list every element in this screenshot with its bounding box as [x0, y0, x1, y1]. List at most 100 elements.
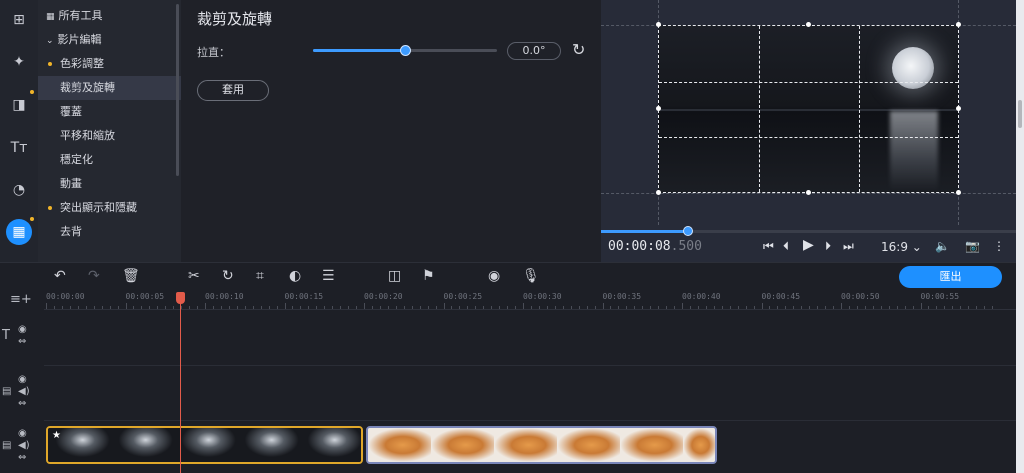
webcam-icon[interactable]: ◉	[488, 268, 500, 284]
video-clip-night-sea[interactable]: ★	[46, 426, 363, 464]
speaker-icon[interactable]: ◀)	[18, 386, 30, 397]
reset-rotation-icon[interactable]: ↻	[572, 40, 585, 59]
skip-to-end-icon[interactable]: ⏭	[843, 239, 854, 254]
clip-properties-icon[interactable]: ☰	[322, 268, 335, 284]
crop-handle-l[interactable]	[656, 106, 661, 111]
preview-player: 00:00:08.500 ⏮ ⏴ ▶ ⏵ ⏭ 16:9 ⌄ 🔈 📷 ⋮	[601, 0, 1016, 262]
cut-icon[interactable]: ✂	[188, 268, 200, 284]
ruler-tick	[260, 306, 262, 309]
tool-item-stabilize[interactable]: 穩定化	[38, 148, 181, 172]
crop-handle-t[interactable]	[806, 22, 811, 27]
clip-thumbnail	[174, 428, 237, 462]
transitions-icon[interactable]: ◨	[6, 92, 32, 118]
ruler-tick	[682, 303, 683, 309]
timeline-ruler[interactable]: 00:00:00 00:00:05 00:00:10 00:00:15 00:00:20…	[44, 290, 1016, 310]
color-adjust-icon[interactable]: ◐	[289, 268, 301, 284]
ruler-tick	[157, 306, 159, 309]
more-tools-icon[interactable]: ▦	[6, 219, 32, 245]
eye-icon[interactable]: ◉	[18, 428, 27, 439]
volume-icon[interactable]: 🔈	[935, 239, 950, 253]
ruler-tick	[848, 306, 850, 309]
ruler-tick-label: 00:00:10	[205, 292, 244, 301]
export-button[interactable]: 匯出	[899, 266, 1002, 288]
ruler-tick-label: 00:00:45	[761, 292, 801, 301]
settings-title: 裁剪及旋轉	[197, 10, 273, 28]
ruler-tick	[284, 303, 286, 309]
rotate-icon[interactable]: ↻	[222, 268, 234, 284]
ruler-tick	[133, 306, 135, 309]
redo-icon[interactable]: ↷	[88, 268, 100, 284]
titles-icon[interactable]: Tт	[6, 135, 32, 161]
apply-button[interactable]: 套用	[197, 80, 269, 101]
all-tools-header[interactable]: ▦ 所有工具	[38, 4, 181, 28]
link-icon[interactable]: ⇔	[18, 398, 26, 409]
playhead-handle[interactable]	[176, 292, 185, 304]
tool-item-pan-zoom[interactable]: 平移和縮放	[38, 124, 181, 148]
crop-handle-tl[interactable]	[656, 22, 661, 27]
rotation-slider[interactable]	[313, 45, 497, 56]
progress-knob[interactable]	[683, 226, 694, 236]
window-scrollbar-thumb[interactable]	[1018, 100, 1022, 128]
ruler-tick	[689, 306, 691, 309]
more-options-icon[interactable]: ⋮	[993, 239, 1005, 253]
crop-handle-bl[interactable]	[656, 190, 661, 195]
rotation-slider-knob[interactable]	[400, 45, 411, 56]
rotation-slider-fill	[313, 49, 405, 52]
crop-handle-br[interactable]	[956, 190, 961, 195]
speaker-icon[interactable]: ◀)	[18, 440, 30, 451]
ruler-tick	[753, 306, 755, 309]
clip-thumbnail	[368, 428, 431, 462]
undo-icon[interactable]: ↶	[54, 268, 66, 284]
ruler-tick	[515, 306, 517, 309]
ruler-tick-label: 00:00:50	[841, 292, 880, 301]
crop-handle-b[interactable]	[806, 190, 811, 195]
microphone-icon[interactable]: 🎙	[522, 268, 540, 284]
crop-grid-line	[759, 26, 760, 192]
link-icon[interactable]: ⇔	[18, 452, 26, 463]
previous-frame-icon[interactable]: ⏴	[783, 239, 789, 254]
eye-icon[interactable]: ◉	[18, 324, 27, 335]
delete-icon[interactable]: 🗑	[122, 268, 140, 284]
tool-item-remove-background[interactable]: 去背	[38, 220, 181, 244]
overlay-icon[interactable]: ◫	[388, 268, 401, 284]
tool-item-color-adjust[interactable]: 色彩調整	[38, 52, 181, 76]
tool-item-highlight-conceal[interactable]: 突出顯示和隱藏	[38, 196, 181, 220]
tool-item-animation[interactable]: 動畫	[38, 172, 181, 196]
video-clip-cat[interactable]	[366, 426, 717, 464]
playhead-line[interactable]	[180, 292, 181, 473]
next-frame-icon[interactable]: ⏵	[825, 239, 831, 254]
tool-item-overlay[interactable]: 覆蓋	[38, 100, 181, 124]
video-editing-group[interactable]: ⌄ 影片編輯	[38, 28, 181, 52]
ruler-tick	[379, 306, 381, 309]
tool-item-crop-rotate[interactable]: 裁剪及旋轉	[38, 76, 181, 100]
ruler-tick	[872, 306, 874, 309]
snapshot-icon[interactable]: 📷	[965, 239, 980, 253]
ruler-tick	[976, 306, 978, 309]
ruler-tick	[125, 303, 127, 309]
skip-to-start-icon[interactable]: ⏮	[763, 239, 774, 254]
marker-flag-icon[interactable]: ⚑	[422, 268, 435, 284]
crop-icon[interactable]: ⌗	[256, 268, 264, 284]
add-track-icon[interactable]: ≡+	[10, 292, 32, 307]
crop-handle-tr[interactable]	[956, 22, 961, 27]
tools-scrollbar[interactable]	[176, 4, 179, 176]
eye-icon[interactable]: ◉	[18, 374, 27, 385]
rotation-value-field[interactable]: 0.0°	[507, 42, 561, 60]
window-scrollbar[interactable]	[1016, 0, 1024, 473]
preview-progress-bar[interactable]	[601, 226, 1016, 236]
ruler-tick	[523, 303, 524, 309]
magic-wand-icon[interactable]: ✦	[6, 49, 32, 75]
play-icon[interactable]: ▶	[803, 237, 814, 253]
ruler-tick	[801, 306, 803, 309]
link-icon[interactable]: ⇔	[18, 336, 26, 347]
import-icon[interactable]: ⊞	[6, 7, 32, 33]
grid-icon: ▦	[46, 12, 55, 22]
crop-handle-r[interactable]	[956, 106, 961, 111]
stickers-icon[interactable]: ◔	[6, 177, 32, 203]
chevron-down-icon: ⌄	[46, 36, 54, 46]
aspect-ratio-select[interactable]: 16:9 ⌄	[881, 240, 922, 254]
ruler-tick	[992, 306, 994, 309]
crop-frame[interactable]	[658, 25, 959, 193]
track-separator	[44, 365, 1016, 366]
ruler-tick	[308, 306, 310, 309]
